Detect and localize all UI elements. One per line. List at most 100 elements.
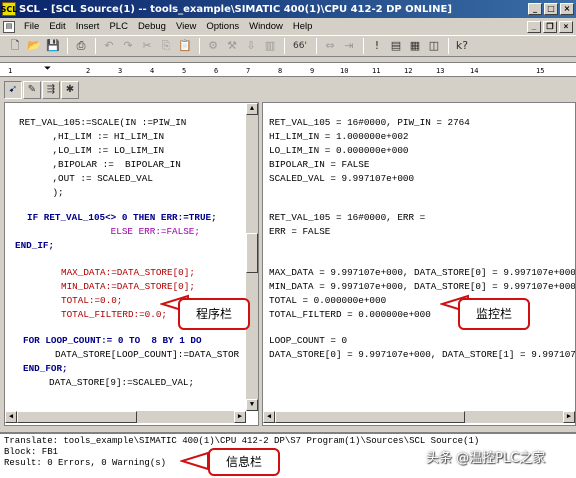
split-view-icon[interactable]: ◫ bbox=[425, 37, 443, 55]
info-callout: 信息栏 bbox=[208, 448, 280, 476]
step-icon[interactable]: ⇥ bbox=[340, 37, 358, 55]
code-line[interactable]: DATA_STORE[9]:=SCALED_VAL; bbox=[49, 377, 194, 388]
ruler-mark: 6 bbox=[214, 67, 219, 75]
edit-toolbar: ➹ ✎ ⇶ ✱ bbox=[0, 80, 576, 100]
menu-view[interactable]: View bbox=[171, 21, 201, 32]
undo-icon[interactable]: ↶ bbox=[100, 37, 118, 55]
menu-bar: ▤ File Edit Insert PLC Debug View Option… bbox=[0, 18, 576, 35]
ruler-mark: 14 bbox=[470, 67, 479, 75]
code-line[interactable]: ,OUT := SCALED_VAL bbox=[19, 173, 152, 184]
monitor-hscrollbar[interactable]: ◀ ▶ bbox=[263, 411, 575, 423]
scroll-thumb[interactable] bbox=[275, 411, 465, 423]
scroll-left-icon[interactable]: ◀ bbox=[5, 411, 17, 423]
ruler-mark: 13 bbox=[436, 67, 445, 75]
save-icon[interactable]: 💾 bbox=[44, 37, 62, 55]
info-callout-pointer bbox=[180, 451, 209, 471]
indent-icon[interactable]: ⇶ bbox=[42, 81, 60, 99]
toolbar-divider bbox=[363, 38, 364, 54]
copy-icon[interactable]: ⎘ bbox=[157, 37, 175, 55]
cut-icon[interactable]: ✂ bbox=[138, 37, 156, 55]
ruler-mark: 8 bbox=[278, 67, 283, 75]
zoom-button[interactable]: 66' bbox=[289, 37, 311, 55]
program-hscrollbar[interactable]: ◀ ▶ bbox=[5, 411, 246, 423]
monitor-plc-icon[interactable]: ▥ bbox=[261, 37, 279, 55]
scroll-thumb[interactable] bbox=[246, 233, 258, 273]
redo-icon[interactable]: ↷ bbox=[119, 37, 137, 55]
code-line[interactable]: DATA_STORE[LOOP_COUNT]:=DATA_STOR bbox=[55, 349, 239, 360]
menu-debug[interactable]: Debug bbox=[133, 21, 171, 32]
ruler-mark: 9 bbox=[310, 67, 315, 75]
monitor-line: HI_LIM_IN = 1.000000e+002 bbox=[269, 131, 409, 142]
code-line[interactable]: ,HI_LIM := HI_LIM_IN bbox=[19, 131, 164, 142]
code-line[interactable]: FOR LOOP_COUNT:= 0 TO 8 BY 1 DO bbox=[23, 335, 202, 346]
close-button[interactable]: × bbox=[560, 3, 574, 15]
code-line[interactable]: RET_VAL_105:=SCALE(IN :=PIW_IN bbox=[19, 117, 186, 128]
maximize-button[interactable]: □ bbox=[544, 3, 558, 15]
menu-help[interactable]: Help bbox=[288, 21, 318, 32]
ruler-mark: 1 bbox=[8, 67, 13, 75]
toolbar-divider bbox=[448, 38, 449, 54]
ruler-mark: 15 bbox=[536, 67, 545, 75]
menu-plc[interactable]: PLC bbox=[104, 21, 132, 32]
layout-icon[interactable]: ▤ bbox=[387, 37, 405, 55]
scroll-right-icon[interactable]: ▶ bbox=[234, 411, 246, 423]
menu-edit[interactable]: Edit bbox=[44, 21, 70, 32]
code-line[interactable]: ,BIPOLAR := BIPOLAR_IN bbox=[19, 159, 180, 170]
code-line[interactable]: ELSE ERR:=FALSE; bbox=[27, 226, 200, 237]
code-line[interactable]: END_IF; bbox=[15, 240, 54, 251]
code-line[interactable]: MAX_DATA:=DATA_STORE[0]; bbox=[61, 267, 195, 278]
code-line[interactable]: IF RET_VAL_105<> 0 THEN ERR:=TRUE; bbox=[27, 212, 217, 223]
download-icon[interactable]: ⇩ bbox=[242, 37, 260, 55]
open-folder-icon[interactable]: 📂 bbox=[25, 37, 43, 55]
code-line[interactable]: TOTAL:=0.0; bbox=[61, 295, 122, 306]
format-icon[interactable]: ✎ bbox=[23, 81, 41, 99]
program-pane[interactable]: RET_VAL_105:=SCALE(IN :=PIW_IN ,HI_LIM :… bbox=[4, 102, 259, 426]
indent-marker-icon[interactable]: ⏷ bbox=[44, 64, 51, 74]
window-icon[interactable]: ▦ bbox=[406, 37, 424, 55]
breakpoint-icon[interactable]: ⇔ bbox=[321, 37, 339, 55]
code-line[interactable]: MIN_DATA:=DATA_STORE[0]; bbox=[61, 281, 195, 292]
document-icon[interactable]: ▤ bbox=[3, 20, 15, 33]
doc-restore-button[interactable]: ❐ bbox=[543, 20, 557, 33]
code-line[interactable]: END_FOR; bbox=[23, 363, 68, 374]
monitor-line: MAX_DATA = 9.997107e+000, DATA_STORE[0] … bbox=[269, 267, 576, 278]
ruler-mark: 5 bbox=[182, 67, 187, 75]
doc-minimize-button[interactable]: _ bbox=[527, 20, 541, 33]
program-vscrollbar[interactable]: ▲ ▼ bbox=[246, 103, 258, 411]
scroll-thumb[interactable] bbox=[17, 411, 137, 423]
scroll-down-icon[interactable]: ▼ bbox=[246, 399, 258, 411]
monitor-pane[interactable]: RET_VAL_105 = 16#0000, PIW_IN = 2764 HI_… bbox=[262, 102, 576, 426]
compile-all-icon[interactable]: ⚒ bbox=[223, 37, 241, 55]
main-toolbar: 🗋 📂 💾 ⎙ ↶ ↷ ✂ ⎘ 📋 ⚙ ⚒ ⇩ ▥ 66' ⇔ ⇥ ! ▤ ▦ … bbox=[0, 35, 576, 57]
comment-icon[interactable]: ✱ bbox=[61, 81, 79, 99]
code-line[interactable]: ); bbox=[19, 187, 63, 198]
scroll-right-icon[interactable]: ▶ bbox=[563, 411, 575, 423]
ruler-mark: 4 bbox=[150, 67, 155, 75]
minimize-button[interactable]: _ bbox=[528, 3, 542, 15]
menu-insert[interactable]: Insert bbox=[71, 21, 105, 32]
window-title: SCL - [SCL Source(1) -- tools_example\SI… bbox=[19, 3, 452, 15]
context-help-icon[interactable]: k? bbox=[453, 37, 471, 55]
message-line: Result: 0 Errors, 0 Warning(s) bbox=[4, 458, 167, 468]
paste-icon[interactable]: 📋 bbox=[176, 37, 194, 55]
new-file-icon[interactable]: 🗋 bbox=[6, 37, 24, 55]
ruler-mark: 10 bbox=[340, 67, 349, 75]
scroll-left-icon[interactable]: ◀ bbox=[263, 411, 275, 423]
doc-close-button[interactable]: × bbox=[559, 20, 573, 33]
monitor-toggle-icon[interactable]: ! bbox=[368, 37, 386, 55]
code-line[interactable]: ,LO_LIM := LO_LIM_IN bbox=[19, 145, 164, 156]
toolbar-divider bbox=[316, 38, 317, 54]
menu-file[interactable]: File bbox=[19, 21, 44, 32]
ruler: ⏷ 1 2 3 4 5 6 7 8 9 10 11 12 13 14 15 bbox=[0, 62, 576, 77]
pointer-icon[interactable]: ➹ bbox=[4, 81, 22, 99]
code-line[interactable]: TOTAL_FILTERD:=0.0; bbox=[61, 309, 167, 320]
monitor-line: TOTAL_FILTERD = 0.000000e+000 bbox=[269, 309, 431, 320]
scroll-up-icon[interactable]: ▲ bbox=[246, 103, 258, 115]
print-icon[interactable]: ⎙ bbox=[72, 37, 90, 55]
menu-options[interactable]: Options bbox=[201, 21, 244, 32]
compile-icon[interactable]: ⚙ bbox=[204, 37, 222, 55]
monitor-line: RET_VAL_105 = 16#0000, PIW_IN = 2764 bbox=[269, 117, 470, 128]
monitor-line: BIPOLAR_IN = FALSE bbox=[269, 159, 370, 170]
menu-window[interactable]: Window bbox=[244, 21, 288, 32]
program-callout: 程序栏 bbox=[178, 298, 250, 330]
